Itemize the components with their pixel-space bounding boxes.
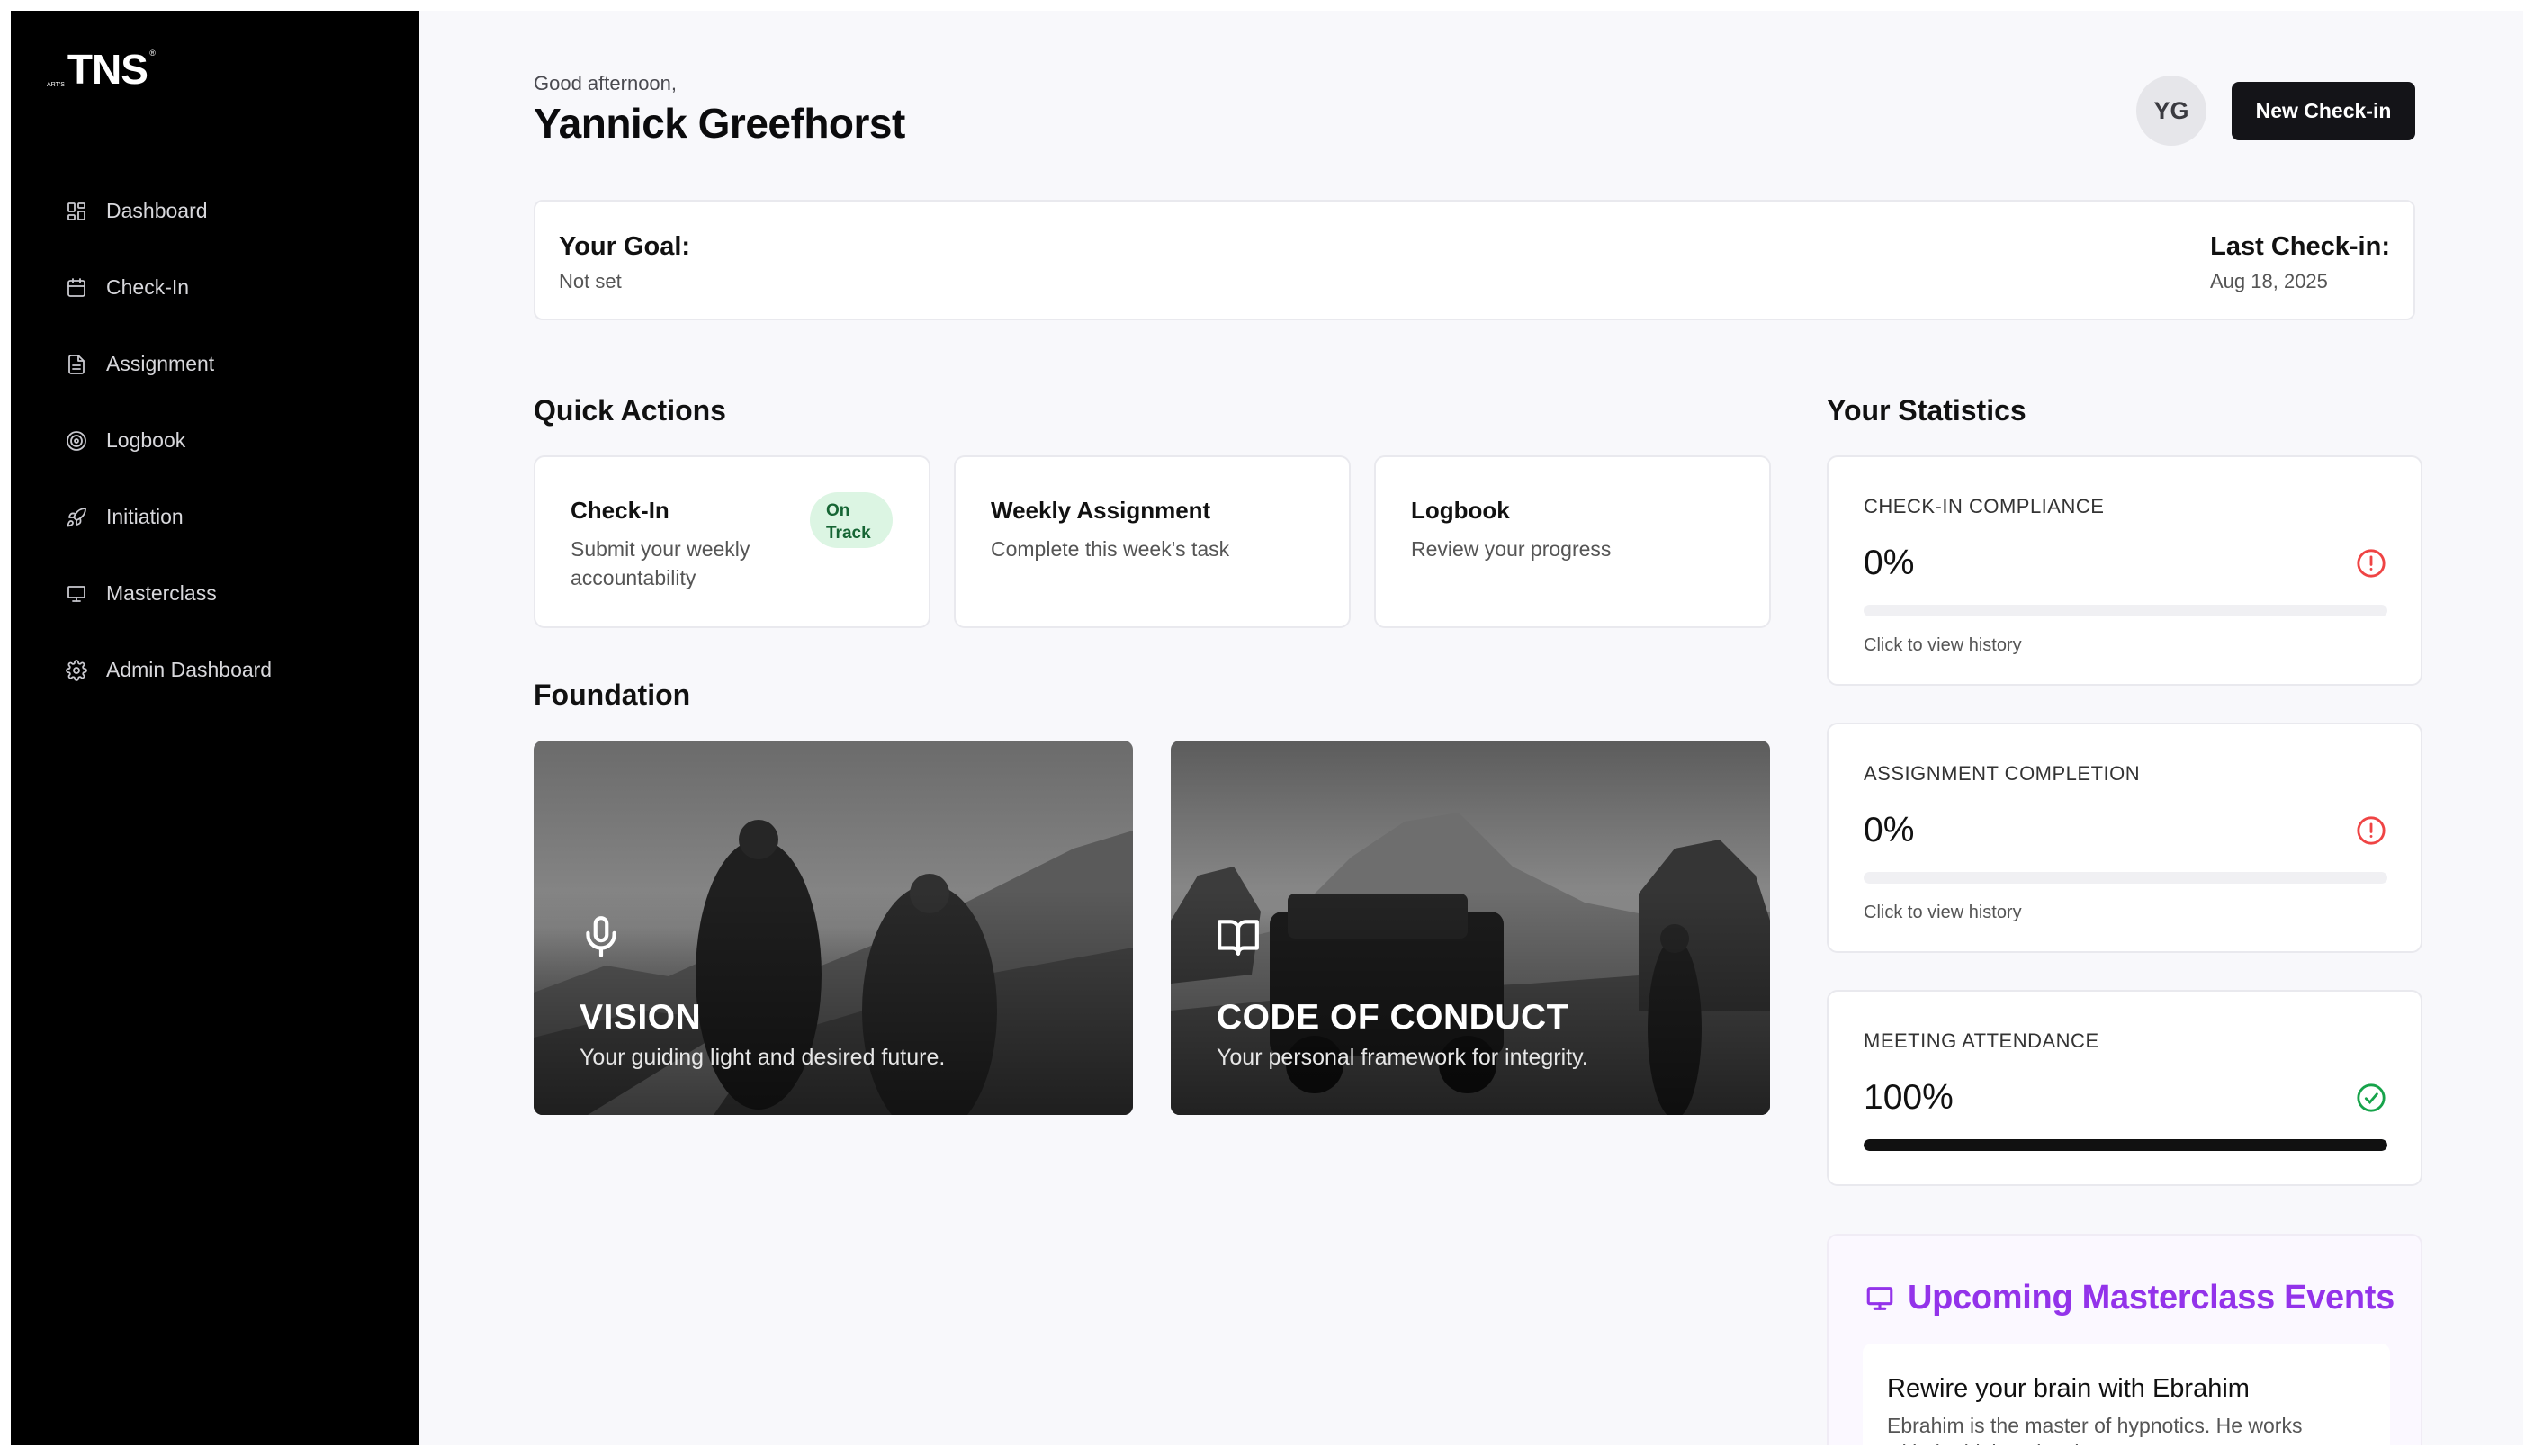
sidebar-item-label: Assignment xyxy=(106,352,215,375)
microphone-icon xyxy=(579,914,624,959)
sidebar-item-label: Logbook xyxy=(106,428,186,452)
presentation-icon xyxy=(65,582,88,606)
status-badge: On Track xyxy=(810,492,893,548)
progress-bar xyxy=(1864,605,2387,616)
stat-label: CHECK-IN COMPLIANCE xyxy=(1864,495,2105,517)
sidebar-item-dashboard[interactable]: Dashboard xyxy=(11,173,419,249)
sidebar-item-label: Check-In xyxy=(106,275,190,299)
foundation-card-vision[interactable]: VISION Your guiding light and desired fu… xyxy=(534,741,1133,1115)
foundation-title: Foundation xyxy=(534,679,691,711)
masterclass-event-description: Ebrahim is the master of hypnotics. He w… xyxy=(1887,1414,2303,1445)
foundation-card-title: VISION xyxy=(580,998,702,1037)
goal-label: Your Goal: xyxy=(559,232,691,261)
target-icon xyxy=(65,429,88,453)
check-circle-icon xyxy=(2356,1083,2386,1113)
quick-action-subtitle: Review your progress xyxy=(1411,537,1612,561)
book-open-icon xyxy=(1216,914,1261,959)
quick-action-check-in[interactable]: Check-In Submit your weekly accountabili… xyxy=(534,455,930,628)
quick-action-title: Check-In xyxy=(571,497,669,524)
app-window: ART'S TNS ® Dashboard Check-In Assignmen… xyxy=(11,11,2523,1445)
foundation-card-title: CODE OF CONDUCT xyxy=(1217,998,1568,1037)
masterclass-title: Upcoming Masterclass Events xyxy=(1908,1279,2395,1317)
masterclass-event-item[interactable]: Rewire your brain with Ebrahim Ebrahim i… xyxy=(1863,1344,2390,1445)
last-check-in-label: Last Check-in: xyxy=(2210,232,2390,261)
presentation-icon xyxy=(1866,1286,1893,1310)
quick-action-weekly-assignment[interactable]: Weekly Assignment Complete this week's t… xyxy=(954,455,1351,628)
gear-icon xyxy=(65,659,88,682)
sidebar-item-check-in[interactable]: Check-In xyxy=(11,249,419,326)
last-check-in-value: Aug 18, 2025 xyxy=(2210,270,2328,292)
view-history-link[interactable]: Click to view history xyxy=(1864,903,2022,923)
brand-logo[interactable]: ART'S TNS ® xyxy=(47,45,156,94)
stat-card-assignment-completion[interactable]: ASSIGNMENT COMPLETION 0% Click to view h… xyxy=(1827,723,2422,953)
main-content: Good afternoon, Yannick Greefhorst YG Ne… xyxy=(419,11,2523,1445)
stat-value: 100% xyxy=(1864,1078,1954,1117)
quick-action-logbook[interactable]: Logbook Review your progress xyxy=(1374,455,1771,628)
goal-value: Not set xyxy=(559,270,622,292)
new-check-in-button[interactable]: New Check-in xyxy=(2232,82,2415,140)
page-title: Yannick Greefhorst xyxy=(534,100,905,147)
progress-bar-fill xyxy=(1864,1139,2387,1151)
progress-bar xyxy=(1864,1139,2387,1151)
foundation-card-subtitle: Your guiding light and desired future. xyxy=(580,1045,946,1070)
sidebar-item-initiation[interactable]: Initiation xyxy=(11,479,419,555)
sidebar-item-label: Initiation xyxy=(106,505,184,528)
quick-action-title: Logbook xyxy=(1411,497,1510,524)
sidebar-item-logbook[interactable]: Logbook xyxy=(11,402,419,479)
view-history-link[interactable]: Click to view history xyxy=(1864,635,2022,656)
brand-logo-name: TNS ® xyxy=(67,46,156,93)
quick-action-subtitle: Complete this week's task xyxy=(991,537,1230,561)
quick-action-subtitle: Submit your weekly accountability xyxy=(571,537,750,589)
dashboard-icon xyxy=(65,200,88,223)
statistics-title: Your Statistics xyxy=(1827,394,2026,427)
sidebar-item-label: Admin Dashboard xyxy=(106,658,273,681)
sidebar-item-admin-dashboard[interactable]: Admin Dashboard xyxy=(11,632,419,708)
masterclass-header: Upcoming Masterclass Events xyxy=(1865,1279,2395,1317)
document-icon xyxy=(65,353,88,376)
alert-circle-icon xyxy=(2356,548,2386,579)
masterclass-event-title: Rewire your brain with Ebrahim xyxy=(1887,1374,2250,1403)
alert-circle-icon xyxy=(2356,815,2386,846)
sidebar-item-assignment[interactable]: Assignment xyxy=(11,326,419,402)
stat-card-check-in-compliance[interactable]: CHECK-IN COMPLIANCE 0% Click to view his… xyxy=(1827,455,2422,686)
foundation-card-code-of-conduct[interactable]: CODE OF CONDUCT Your personal framework … xyxy=(1171,741,1770,1115)
stat-label: ASSIGNMENT COMPLETION xyxy=(1864,762,2141,785)
upcoming-masterclass-card: Upcoming Masterclass Events Rewire your … xyxy=(1827,1234,2422,1445)
stat-value: 0% xyxy=(1864,811,1915,849)
stat-value: 0% xyxy=(1864,544,1915,582)
sidebar-item-masterclass[interactable]: Masterclass xyxy=(11,555,419,632)
rocket-icon xyxy=(65,506,88,529)
sidebar-nav: Dashboard Check-In Assignment Logbook In… xyxy=(11,173,419,708)
stat-label: MEETING ATTENDANCE xyxy=(1864,1029,2099,1052)
sidebar: ART'S TNS ® Dashboard Check-In Assignmen… xyxy=(11,11,419,1445)
foundation-card-subtitle: Your personal framework for integrity. xyxy=(1217,1045,1588,1070)
sidebar-item-label: Dashboard xyxy=(106,199,208,222)
progress-bar xyxy=(1864,872,2387,884)
calendar-icon xyxy=(65,276,88,300)
goal-card: Your Goal: Not set Last Check-in: Aug 18… xyxy=(534,200,2415,320)
avatar[interactable]: YG xyxy=(2136,76,2206,146)
greeting: Good afternoon, xyxy=(534,72,678,94)
brand-logo-small: ART'S xyxy=(47,82,65,88)
quick-action-title: Weekly Assignment xyxy=(991,497,1211,524)
quick-actions-title: Quick Actions xyxy=(534,394,726,427)
stat-card-meeting-attendance[interactable]: MEETING ATTENDANCE 100% xyxy=(1827,990,2422,1186)
sidebar-item-label: Masterclass xyxy=(106,581,217,605)
